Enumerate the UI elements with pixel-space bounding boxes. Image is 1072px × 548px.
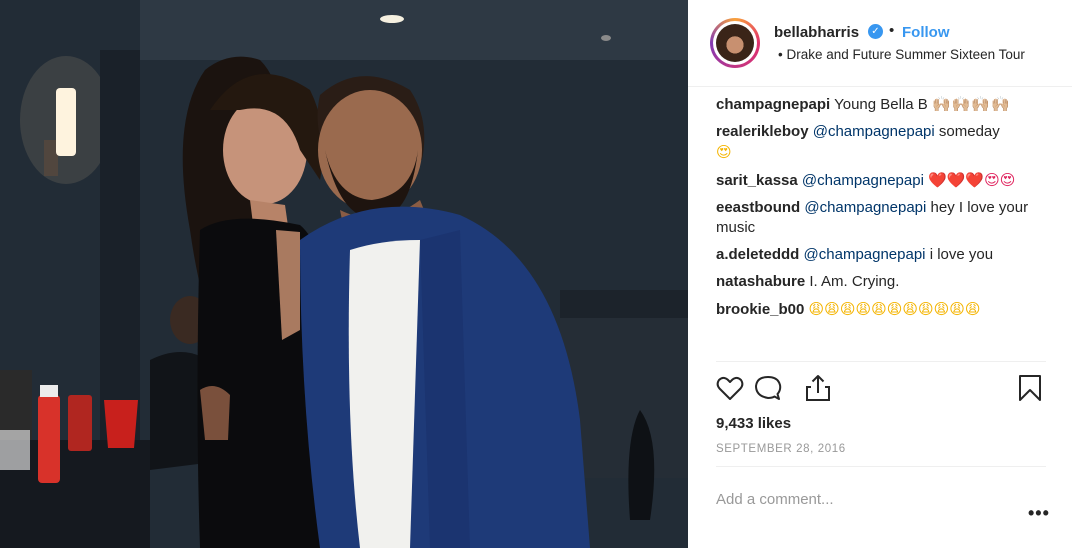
- comment-item: brookie_b00 😩😩😩😩😩😩😩😩😩😩😩: [716, 299, 1051, 320]
- comment-mention[interactable]: @champagnepapi: [813, 123, 935, 140]
- comment-item: champagnepapi Young Bella B 🙌🏼🙌🏼🙌🏼🙌🏼: [716, 94, 1051, 115]
- comment-emoji: ❤️❤️❤️😍😍: [928, 171, 1016, 189]
- comment-emoji: 😍: [716, 143, 732, 161]
- header-separator: •: [889, 22, 895, 39]
- comment-emoji: 😩😩😩😩😩😩😩😩😩😩😩: [808, 300, 981, 318]
- comment-username[interactable]: a.deleteddd: [716, 246, 799, 263]
- comment-item: natashabure I. Am. Crying.: [716, 272, 1051, 292]
- location-bullet: •: [778, 47, 783, 62]
- comment-text: i love you: [929, 246, 994, 263]
- bookmark-icon: [1019, 375, 1041, 401]
- comment-button[interactable]: [753, 373, 783, 403]
- comment-item: eeastbound @champagnepapi hey I love you…: [716, 198, 1051, 238]
- comment-username[interactable]: champagnepapi: [716, 96, 830, 113]
- comment-list: champagnepapi Young Bella B 🙌🏼🙌🏼🙌🏼🙌🏼 rea…: [716, 94, 1051, 327]
- like-button[interactable]: [715, 373, 745, 403]
- comment-mention[interactable]: @champagnepapi: [804, 199, 926, 216]
- follow-button[interactable]: Follow: [902, 24, 950, 41]
- comment-item: sarit_kassa @champagnepapi ❤️❤️❤️😍😍: [716, 170, 1051, 191]
- comment-username[interactable]: eeastbound: [716, 199, 800, 216]
- comment-emoji: 🙌🏼🙌🏼🙌🏼🙌🏼: [931, 95, 1011, 113]
- comment-input-divider: [716, 466, 1046, 467]
- author-username[interactable]: bellabharris: [774, 24, 859, 41]
- more-options-button[interactable]: •••: [1028, 503, 1050, 524]
- share-upload-icon: [806, 375, 830, 401]
- verified-badge-icon: ✓: [868, 24, 883, 39]
- save-button[interactable]: [1015, 373, 1045, 403]
- like-count[interactable]: 9,433 likes: [716, 415, 791, 432]
- post-header: bellabharris ✓ • Follow • Drake and Futu…: [688, 0, 1072, 87]
- comment-item: a.deleteddd @champagnepapi i love you: [716, 245, 1051, 265]
- post-side-panel: bellabharris ✓ • Follow • Drake and Futu…: [688, 0, 1072, 548]
- comment-username[interactable]: realerikleboy: [716, 123, 809, 140]
- comment-mention[interactable]: @champagnepapi: [802, 172, 924, 189]
- post-photo[interactable]: [0, 0, 688, 548]
- actions-divider: [716, 361, 1046, 362]
- avatar-image: [716, 24, 754, 62]
- post-location[interactable]: • Drake and Future Summer Sixteen Tour: [778, 47, 1025, 62]
- author-avatar[interactable]: [710, 18, 760, 68]
- share-button[interactable]: [803, 373, 833, 403]
- heart-outline-icon: [716, 376, 744, 400]
- comment-text: someday: [938, 123, 1000, 140]
- add-comment-input[interactable]: [716, 488, 1016, 510]
- instagram-post: bellabharris ✓ • Follow • Drake and Futu…: [0, 0, 1072, 548]
- comment-username[interactable]: sarit_kassa: [716, 172, 798, 189]
- comment-username[interactable]: natashabure: [716, 273, 805, 290]
- comment-text: Young Bella B: [834, 96, 928, 113]
- comment-mention[interactable]: @champagnepapi: [804, 246, 926, 263]
- speech-bubble-icon: [755, 376, 782, 400]
- comment-text: I. Am. Crying.: [809, 273, 900, 290]
- location-name[interactable]: Drake and Future Summer Sixteen Tour: [787, 47, 1025, 62]
- action-bar: [715, 373, 1045, 405]
- photo-illustration: [0, 0, 688, 548]
- comment-username[interactable]: brookie_b00: [716, 301, 804, 318]
- avatar-ring-gap: [713, 21, 757, 65]
- comment-item: realerikleboy @champagnepapi someday 😍: [716, 122, 1051, 163]
- post-date: SEPTEMBER 28, 2016: [716, 443, 846, 455]
